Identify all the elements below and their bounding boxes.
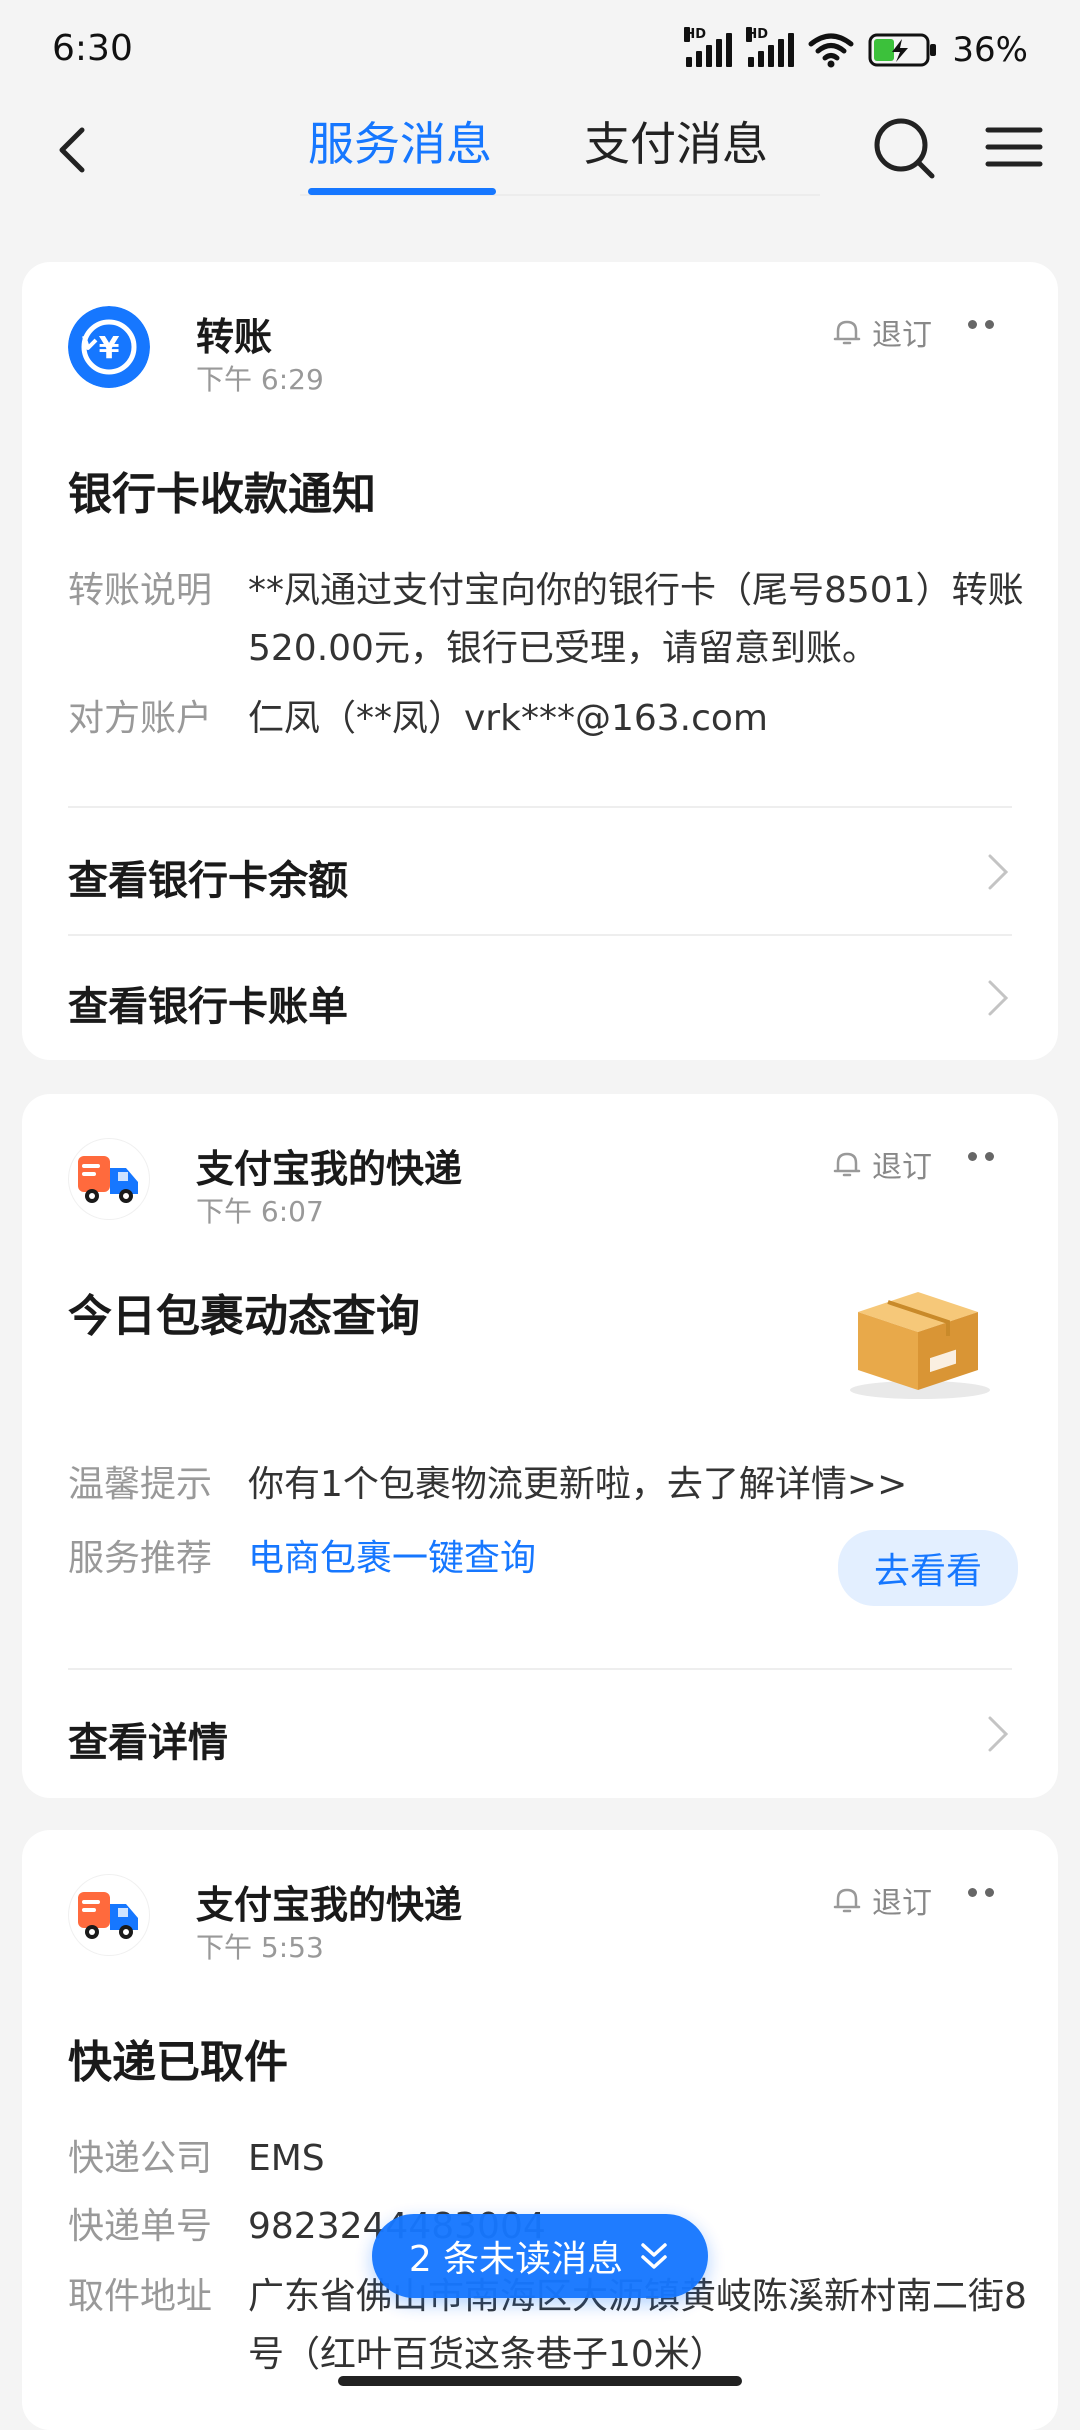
unsubscribe-label: 退订: [872, 1150, 932, 1185]
menu-icon[interactable]: [984, 122, 1044, 172]
search-icon[interactable]: [870, 114, 940, 184]
signal-1-icon: HD: [684, 27, 733, 67]
go-see-button[interactable]: 去看看: [837, 1530, 1018, 1606]
status-bar: 6:30 HD HD 36%: [0, 0, 1080, 100]
card-source: 转账: [196, 315, 273, 359]
status-time: 6:30: [52, 28, 133, 69]
detail-value: **凤通过支付宝向你的银行卡（尾号8501）转账520.00元，银行已受理，请留…: [248, 570, 1024, 669]
battery-icon: [868, 33, 937, 67]
unsubscribe-button[interactable]: 退订: [832, 1878, 932, 1922]
detail-row: 对方账户 仁凤（**凤）vrk***@163.com: [68, 690, 1028, 750]
view-card-statement-link[interactable]: 查看银行卡账单: [22, 936, 1058, 1060]
card-title: 银行卡收款通知: [68, 469, 376, 520]
chevron-right-icon: [988, 1716, 1009, 1752]
detail-key: 转账说明: [68, 570, 213, 611]
card-time: 下午 6:29: [196, 363, 324, 396]
detail-value: EMS: [248, 2138, 325, 2179]
detail-key: 取件地址: [68, 2276, 213, 2317]
detail-key: 快递公司: [68, 2138, 213, 2179]
detail-value: 你有1个包裹物流更新啦，去了解详情>>: [248, 1464, 908, 1505]
card-source: 支付宝我的快递: [196, 1147, 463, 1191]
tab-service-messages[interactable]: 服务消息: [308, 108, 492, 174]
unsubscribe-button[interactable]: 退订: [832, 1142, 932, 1186]
link-label: 查看详情: [68, 1720, 228, 1766]
link-label: 查看银行卡余额: [68, 858, 348, 904]
unsubscribe-button[interactable]: 退订: [832, 310, 932, 354]
delivery-truck-icon: [68, 1874, 150, 1956]
card-time: 下午 5:53: [196, 1931, 324, 1964]
double-chevron-down-icon: [641, 2243, 667, 2269]
package-box-icon: [850, 1292, 990, 1399]
back-arrow-icon[interactable]: [46, 120, 106, 180]
more-icon[interactable]: [968, 1152, 994, 1161]
detail-key: 快递单号: [68, 2206, 213, 2247]
message-card-pickup: 支付宝我的快递 下午 5:53 退订 快递已取件 快递公司 EMS 快递单号 9…: [22, 1830, 1058, 2430]
yuan-transfer-icon: ¥: [68, 306, 150, 388]
signal-2-icon: HD: [746, 27, 795, 67]
unsubscribe-label: 退订: [872, 318, 932, 353]
detail-row: 转账说明 **凤通过支付宝向你的银行卡（尾号8501）转账520.00元，银行已…: [68, 562, 1028, 682]
detail-row: 温馨提示 你有1个包裹物流更新啦，去了解详情>>: [68, 1456, 1028, 1516]
wifi-icon: [808, 33, 854, 68]
top-nav: 服务消息 支付消息: [0, 100, 1080, 220]
unsubscribe-label: 退订: [872, 1886, 932, 1921]
svg-text:¥: ¥: [99, 331, 120, 366]
bell-icon: [833, 320, 861, 345]
more-icon[interactable]: [968, 320, 994, 329]
message-card-package: 支付宝我的快递 下午 6:07 退订 今日包裹动态查询 温馨提示 你有1个包裹物…: [22, 1094, 1058, 1798]
message-card-transfer: ¥ 转账 下午 6:29 退订 银行卡收款通知 转账说明 **凤通过支付宝向你的…: [22, 262, 1058, 1060]
chevron-right-icon: [988, 854, 1009, 890]
detail-key: 温馨提示: [68, 1464, 213, 1505]
active-tab-indicator: [308, 188, 496, 195]
detail-key: 服务推荐: [68, 1538, 213, 1579]
detail-value: 仁凤（**凤）vrk***@163.com: [248, 698, 768, 739]
divider: [68, 1668, 1012, 1670]
chevron-right-icon: [988, 980, 1009, 1016]
home-indicator[interactable]: [338, 2376, 742, 2386]
detail-row: 快递公司 EMS: [68, 2130, 1028, 2190]
unread-label: 2 条未读消息: [408, 2239, 624, 2280]
divider: [68, 806, 1012, 808]
tab-payment-messages[interactable]: 支付消息: [584, 108, 768, 174]
bell-icon: [833, 1888, 861, 1913]
detail-key: 对方账户: [68, 698, 213, 739]
more-icon[interactable]: [968, 1888, 994, 1897]
unread-messages-button[interactable]: 2 条未读消息: [372, 2214, 708, 2298]
status-icons: HD HD 36%: [684, 27, 1028, 70]
delivery-truck-icon: [68, 1138, 150, 1220]
card-time: 下午 6:07: [196, 1195, 324, 1228]
card-source: 支付宝我的快递: [196, 1883, 463, 1927]
view-card-balance-link[interactable]: 查看银行卡余额: [22, 810, 1058, 934]
card-title: 快递已取件: [68, 2037, 288, 2088]
link-label: 查看银行卡账单: [68, 984, 348, 1030]
bell-icon: [833, 1152, 861, 1177]
battery-percent: 36%: [952, 30, 1028, 70]
view-details-link[interactable]: 查看详情: [22, 1672, 1058, 1796]
card-title: 今日包裹动态查询: [68, 1291, 420, 1342]
